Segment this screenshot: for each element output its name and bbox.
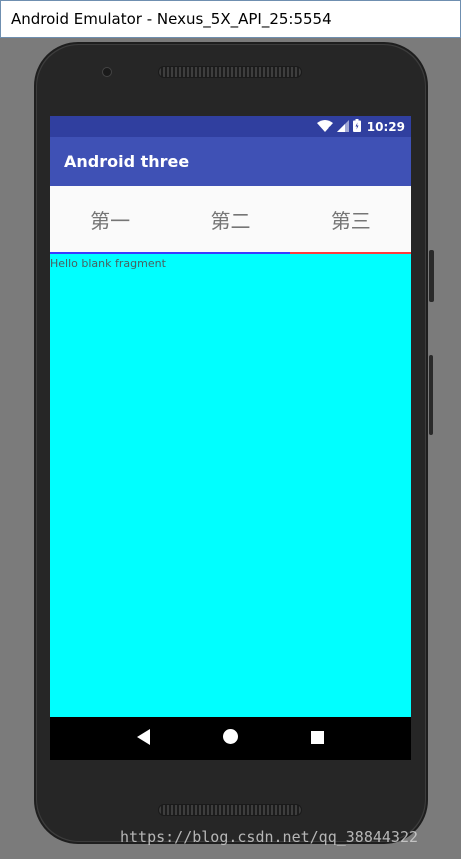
navigation-bar [50, 717, 411, 760]
top-speaker [158, 66, 302, 78]
window-titlebar[interactable]: Android Emulator - Nexus_5X_API_25:5554 [0, 0, 461, 38]
device-screen: 10:29 Android three 第一 第二 第三 Hello blank… [50, 116, 411, 760]
wifi-icon [316, 117, 333, 136]
watermark: https://blog.csdn.net/qq_38844322 [120, 828, 419, 846]
bottom-speaker [158, 804, 302, 816]
front-camera [102, 67, 112, 77]
app-bar: Android three [50, 137, 411, 186]
status-bar: 10:29 [50, 116, 411, 137]
volume-button[interactable] [429, 355, 433, 435]
app-title: Android three [64, 152, 190, 171]
recents-icon [311, 729, 324, 748]
home-icon [223, 729, 238, 748]
fragment-text: Hello blank fragment [50, 257, 166, 270]
window-title: Android Emulator - Nexus_5X_API_25:5554 [11, 10, 332, 28]
tab-first[interactable]: 第一 [50, 186, 170, 253]
back-icon [136, 728, 151, 749]
tab-third[interactable]: 第三 [291, 186, 411, 253]
back-button[interactable] [129, 724, 159, 754]
home-button[interactable] [216, 724, 246, 754]
tab-indicator-blue [50, 252, 290, 254]
recents-button[interactable] [303, 724, 333, 754]
battery-icon [352, 117, 361, 136]
power-button[interactable] [429, 250, 434, 302]
tab-bar: 第一 第二 第三 [50, 186, 411, 253]
tab-second[interactable]: 第二 [170, 186, 290, 253]
signal-icon [336, 117, 349, 136]
tab-indicator-red [290, 252, 411, 254]
status-time: 10:29 [366, 119, 405, 134]
